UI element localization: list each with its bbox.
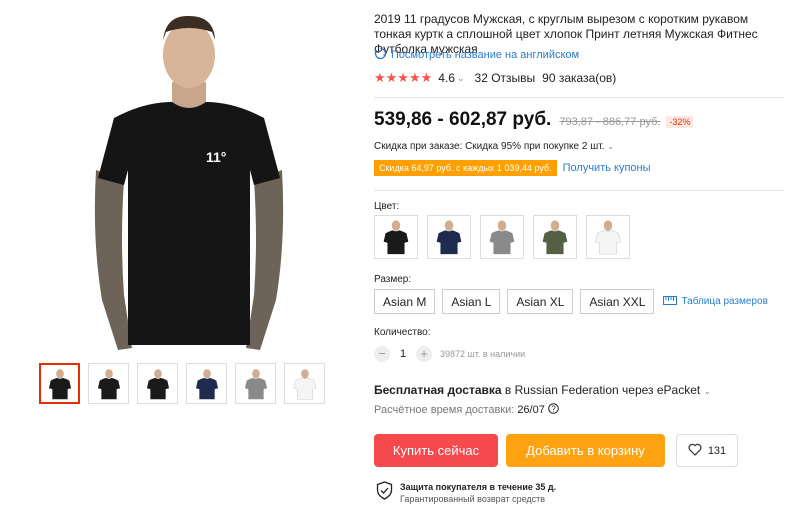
free-shipping-label: Бесплатная доставка xyxy=(374,383,502,397)
size-options: Asian M Asian L Asian XL Asian XXL Таблица … xyxy=(374,289,768,314)
wishlist-button[interactable]: 131 xyxy=(676,434,738,467)
thumbnail-5[interactable] xyxy=(235,363,276,404)
color-option-white[interactable] xyxy=(586,215,630,259)
coupon-row: Скидка 64,97 руб. с каждых 1 039,44 руб.… xyxy=(374,160,651,176)
buyer-protection: Защита покупателя в течение 35 д. Гарант… xyxy=(376,481,556,505)
shirt-logo: 11° xyxy=(206,149,226,165)
color-option-black[interactable] xyxy=(374,215,418,259)
stock-count: 39872 шт. в наличии xyxy=(440,349,526,359)
color-label: Цвет: xyxy=(374,201,400,212)
get-coupons-link[interactable]: Получить купоны xyxy=(563,162,651,174)
quantity-value[interactable]: 1 xyxy=(390,348,416,360)
delivery-estimate: Расчётное время доставки: 26/07 ? xyxy=(374,403,559,417)
size-option[interactable]: Asian M xyxy=(374,289,436,314)
delivery-date: 26/07 xyxy=(517,404,545,416)
quantity-stepper: − 1 + 39872 шт. в наличии xyxy=(374,346,525,362)
color-option-olive[interactable] xyxy=(533,215,577,259)
rating-value[interactable]: 4.6 xyxy=(438,71,455,85)
orders-count: 90 заказа(ов) xyxy=(542,71,617,85)
decrease-quantity-button[interactable]: − xyxy=(374,346,390,362)
wishlist-count: 131 xyxy=(707,444,727,457)
discount-badge: -32% xyxy=(666,116,694,128)
ruler-icon xyxy=(663,295,678,308)
size-label: Размер: xyxy=(374,274,412,285)
rating-row: ★★★★★ 4.6 ⌄ 32 Отзывы 90 заказа(ов) xyxy=(374,70,616,86)
help-icon[interactable]: ? xyxy=(548,403,559,417)
color-options xyxy=(374,215,630,259)
buyer-protection-subtitle: Гарантированный возврат средств xyxy=(400,494,546,504)
main-product-image[interactable]: 11° xyxy=(84,10,294,355)
svg-text:?: ? xyxy=(551,404,556,413)
buy-now-button[interactable]: Купить сейчас xyxy=(374,434,498,467)
translate-icon xyxy=(374,47,387,63)
thumbnail-3[interactable] xyxy=(137,363,178,404)
bulk-discount[interactable]: Скидка при заказе: Скидка 95% при покупк… xyxy=(374,141,614,152)
size-table-link[interactable]: Таблица размеров xyxy=(663,295,768,308)
bulk-discount-label: Скидка при заказе: Скидка 95% при покупк… xyxy=(374,141,605,152)
thumbnail-1[interactable] xyxy=(39,363,80,404)
thumbnail-strip xyxy=(39,363,325,404)
chevron-down-icon: ⌄ xyxy=(703,386,712,396)
price-row: 539,86 - 602,87 руб. 793,87 - 886,77 руб… xyxy=(374,109,694,131)
chevron-down-icon[interactable]: ⌄ xyxy=(457,73,465,84)
heart-icon xyxy=(688,443,702,459)
thumbnail-2[interactable] xyxy=(88,363,129,404)
divider xyxy=(374,97,784,98)
shipping-info[interactable]: Бесплатная доставка в Russian Federation… xyxy=(374,383,711,397)
increase-quantity-button[interactable]: + xyxy=(416,346,432,362)
translate-link-label: Посмотреть название на английском xyxy=(391,49,580,61)
shield-check-icon xyxy=(376,481,393,505)
divider xyxy=(374,190,784,191)
size-option[interactable]: Asian XXL xyxy=(580,289,655,314)
delivery-estimate-label: Расчётное время доставки: xyxy=(374,404,515,416)
size-table-label: Таблица размеров xyxy=(681,296,768,307)
translate-link[interactable]: Посмотреть название на английском xyxy=(374,47,579,63)
shipping-destination: в Russian Federation через ePacket xyxy=(501,383,701,397)
chevron-down-icon: ⌄ xyxy=(607,142,614,151)
add-to-cart-button[interactable]: Добавить в корзину xyxy=(506,434,665,467)
reviews-link[interactable]: 32 Отзывы xyxy=(475,71,536,85)
old-price: 793,87 - 886,77 руб. xyxy=(559,116,661,128)
quantity-label: Количество: xyxy=(374,327,431,338)
color-option-grey[interactable] xyxy=(480,215,524,259)
thumbnail-6[interactable] xyxy=(284,363,325,404)
size-option[interactable]: Asian XL xyxy=(507,289,574,314)
current-price: 539,86 - 602,87 руб. xyxy=(374,109,552,130)
color-option-navy[interactable] xyxy=(427,215,471,259)
buyer-protection-title: Защита покупателя в течение 35 д. xyxy=(400,482,557,492)
coupon-tag: Скидка 64,97 руб. с каждых 1 039,44 руб. xyxy=(374,160,557,176)
rating-stars-icon: ★★★★★ xyxy=(374,70,433,85)
thumbnail-4[interactable] xyxy=(186,363,227,404)
size-option[interactable]: Asian L xyxy=(442,289,501,314)
